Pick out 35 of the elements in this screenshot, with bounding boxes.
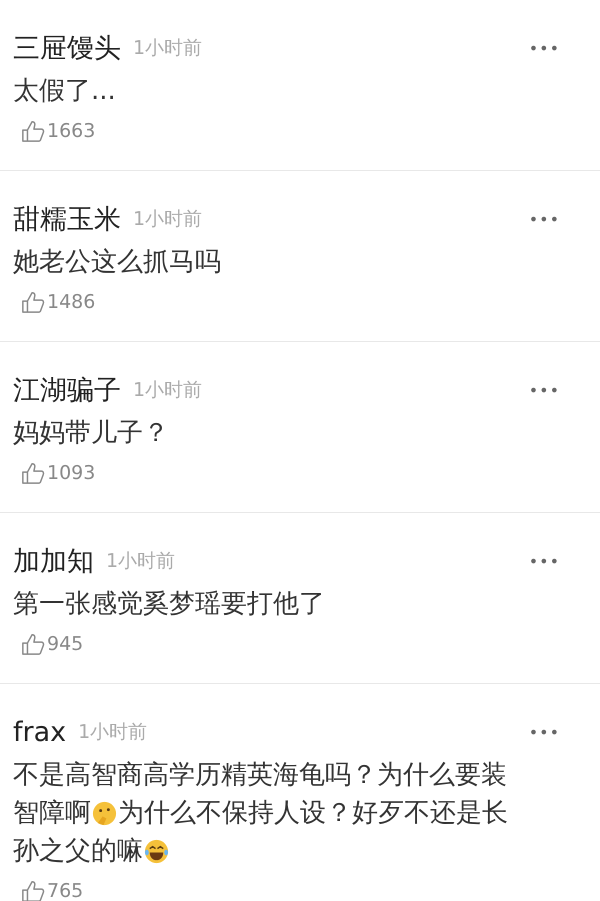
timestamp: 1小时前 [133, 378, 202, 403]
timestamp: 1小时前 [78, 720, 148, 745]
more-icon[interactable]: ••• [528, 722, 560, 742]
like-count: 1663 [47, 122, 96, 140]
timestamp: 1小时前 [106, 549, 176, 574]
thumbs-up-icon[interactable] [21, 119, 45, 143]
more-icon[interactable]: ••• [528, 552, 560, 570]
more-icon[interactable]: ••• [528, 38, 560, 58]
thumbs-up-icon[interactable] [21, 879, 45, 901]
comment-text: 第一张感觉奚梦瑶要打他了 [13, 588, 325, 621]
thumbs-up-icon[interactable] [21, 290, 45, 314]
username[interactable]: 江湖骗子 [13, 372, 121, 408]
comment-text: 不是高智商高学历精英海龟吗？为什么要装 [13, 759, 507, 792]
more-icon[interactable]: ••• [528, 210, 560, 228]
comment-text: 妈妈带儿子？ [13, 417, 169, 450]
timestamp: 1小时前 [133, 36, 202, 61]
more-icon[interactable]: ••• [528, 380, 560, 400]
like-count: 1093 [47, 464, 96, 482]
comment-text: 太假了... [13, 75, 116, 108]
laughing-emoji-icon [143, 838, 170, 864]
thumbs-up-icon[interactable] [21, 461, 45, 485]
thumbs-up-icon[interactable] [21, 632, 45, 656]
username[interactable]: 加加知 [13, 543, 94, 579]
like-count: 1486 [47, 293, 96, 311]
like-count: 765 [47, 882, 84, 900]
username[interactable]: 三屉馒头 [13, 30, 121, 66]
username[interactable]: frax [13, 716, 66, 748]
like-count: 945 [47, 635, 84, 653]
comment-text: 她老公这么抓马吗 [13, 246, 221, 279]
comment-text: 为什么不保持人设？好歹不还是长 [118, 797, 508, 830]
timestamp: 1小时前 [133, 207, 202, 232]
comment-text: 智障啊 [13, 797, 91, 830]
thinking-emoji-icon [91, 800, 118, 826]
comment-text: 孙之父的嘛 [13, 835, 143, 868]
username[interactable]: 甜糯玉米 [13, 201, 121, 237]
